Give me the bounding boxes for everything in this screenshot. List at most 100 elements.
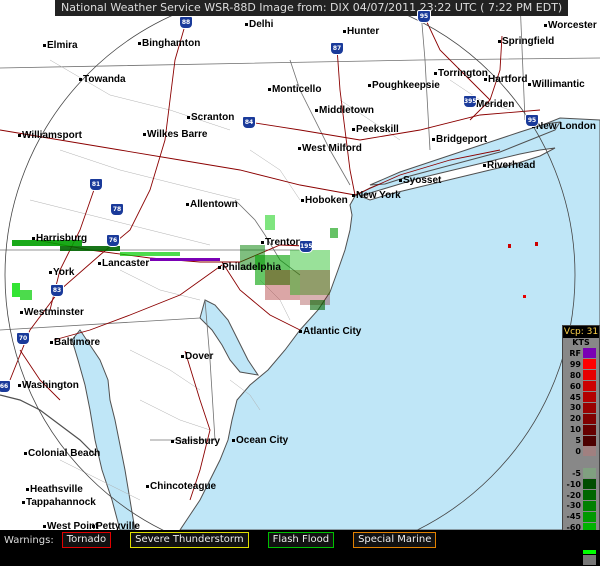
city-marker: [26, 488, 29, 491]
special-marine-warning-button[interactable]: Special Marine: [353, 532, 437, 548]
city-marker: [528, 83, 531, 86]
city-label: Worcester: [548, 20, 597, 31]
city-marker: [24, 452, 27, 455]
highway-shield-icon: 95: [417, 10, 431, 23]
legend-swatch: [583, 457, 596, 468]
legend-swatch: [583, 511, 596, 522]
legend-row: [563, 457, 599, 468]
legend-swatch: [583, 402, 596, 413]
legend-row: 5: [563, 435, 599, 446]
city-label: Washington: [22, 380, 79, 391]
city-label: Meriden: [476, 99, 515, 110]
legend-row: 99: [563, 359, 599, 370]
legend-swatch: [583, 490, 596, 501]
legend-title: Vcp: 31: [563, 326, 599, 338]
city-marker: [181, 355, 184, 358]
velocity-legend: Vcp: 31 KTS RF 99 80 60 45 30 20 10 5 0 -5 -10 -20 -3…: [562, 325, 600, 566]
legend-swatch: [583, 446, 596, 457]
legend-row: -10: [563, 479, 599, 490]
legend-swatch: [583, 359, 596, 370]
city-label: Bridgeport: [436, 134, 488, 145]
legend-swatch: [583, 381, 596, 392]
highway-shield-icon: 81: [89, 178, 103, 191]
city-label: Trenton: [265, 237, 302, 248]
legend-label: ND: [567, 555, 581, 565]
city-marker: [315, 109, 318, 112]
city-label: York: [53, 267, 75, 278]
legend-label: -20: [566, 490, 581, 500]
city-label: Binghamton: [142, 38, 201, 49]
city-label: Tappahannock: [26, 497, 96, 508]
city-label: Harrisburg: [36, 233, 88, 244]
city-marker: [498, 40, 501, 43]
legend-label: 45: [569, 392, 581, 402]
legend-label: -30: [566, 501, 581, 511]
legend-row: -5: [563, 468, 599, 479]
tornado-warning-button[interactable]: Tornado: [61, 532, 112, 548]
flash-flood-warning-button[interactable]: Flash Flood: [267, 532, 335, 548]
city-marker: [368, 84, 371, 87]
severe-thunderstorm-warning-button[interactable]: Severe Thunderstorm: [130, 532, 249, 548]
city-label: Springfield: [502, 36, 555, 47]
legend-swatch: [583, 435, 596, 446]
city-label: Chincoteague: [150, 481, 217, 492]
city-marker: [268, 88, 271, 91]
city-marker: [483, 164, 486, 167]
legend-label: -10: [566, 479, 581, 489]
city-label: Elmira: [47, 40, 78, 51]
city-marker: [43, 525, 46, 528]
city-marker: [434, 72, 437, 75]
city-label: Willimantic: [532, 79, 585, 90]
legend-label: 0: [575, 446, 581, 456]
legend-label: 30: [569, 403, 581, 413]
city-label: Baltimore: [54, 337, 101, 348]
highway-shield-icon: 70: [16, 332, 30, 345]
city-marker: [43, 44, 46, 47]
legend-row: ND: [563, 555, 599, 566]
legend-swatch: [583, 392, 596, 402]
city-label: Allentown: [190, 199, 238, 210]
city-label: Dover: [185, 351, 214, 362]
legend-row: 0: [563, 446, 599, 457]
city-label: Peekskill: [356, 124, 399, 135]
highway-shield-icon: 95: [525, 114, 539, 127]
legend-swatch: [583, 348, 596, 359]
city-label: Hunter: [347, 26, 380, 37]
legend-label: 10: [569, 425, 581, 435]
highway-shield-icon: 195: [299, 240, 313, 253]
city-label: Philadelphia: [222, 262, 281, 273]
city-marker: [399, 179, 402, 182]
legend-label: -45: [566, 512, 581, 522]
city-label: Heathsville: [30, 484, 83, 495]
city-marker: [352, 194, 355, 197]
city-label: Westminster: [24, 307, 84, 318]
highway-shield-icon: 78: [110, 203, 124, 216]
city-marker: [484, 78, 487, 81]
city-label: Monticello: [272, 84, 322, 95]
city-marker: [79, 78, 82, 81]
city-marker: [261, 241, 264, 244]
legend-label: -5: [572, 468, 581, 478]
city-label: Lancaster: [102, 258, 150, 269]
legend-label: 99: [569, 359, 581, 369]
legend-label: 60: [569, 381, 581, 391]
legend-row: 30: [563, 402, 599, 413]
city-label: Hartford: [488, 74, 528, 85]
city-label: Scranton: [191, 112, 235, 123]
city-marker: [49, 271, 52, 274]
city-label: Syosset: [403, 175, 442, 186]
legend-row: -20: [563, 490, 599, 501]
city-label: Colonial Beach: [28, 448, 101, 459]
warnings-list: Tornado Severe Thunderstorm Flash Flood Spe…: [61, 532, 456, 548]
highway-shield-icon: 87: [330, 42, 344, 55]
legend-unit: KTS: [572, 338, 590, 347]
city-label: New York: [356, 190, 401, 201]
city-label: Middletown: [319, 105, 374, 116]
legend-row: 20: [563, 413, 599, 424]
city-marker: [218, 266, 221, 269]
radar-viewer: National Weather Service WSR-88D Image f…: [0, 0, 600, 566]
city-marker: [143, 133, 146, 136]
city-marker: [352, 128, 355, 131]
highway-shield-icon: 76: [106, 234, 120, 247]
warnings-bar: Warnings: Tornado Severe Thunderstorm Flas…: [0, 530, 600, 550]
